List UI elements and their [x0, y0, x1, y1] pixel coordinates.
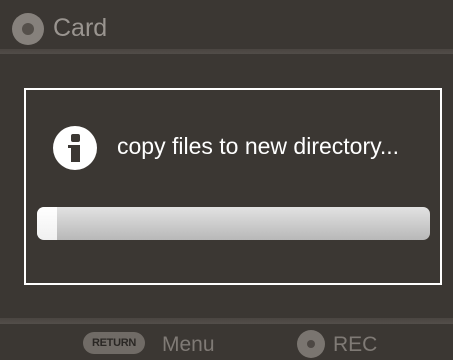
footer-bar: RETURN Menu REC	[0, 324, 453, 360]
dialog-message: copy files to new directory...	[117, 133, 400, 159]
info-icon	[53, 126, 97, 170]
camera-screen: Card copy files to new directory... RETU…	[0, 0, 453, 360]
progress-bar-fill	[37, 207, 57, 240]
card-slot-icon	[12, 13, 44, 45]
rec-label: REC	[333, 333, 378, 356]
return-button[interactable]: RETURN	[83, 332, 145, 354]
menu-label: Menu	[162, 333, 215, 356]
header-bar: Card	[0, 0, 453, 50]
progress-bar	[37, 207, 430, 240]
header-title: Card	[53, 14, 108, 42]
header-divider	[0, 49, 453, 54]
progress-dialog: copy files to new directory...	[24, 88, 442, 285]
record-icon[interactable]	[297, 330, 325, 358]
